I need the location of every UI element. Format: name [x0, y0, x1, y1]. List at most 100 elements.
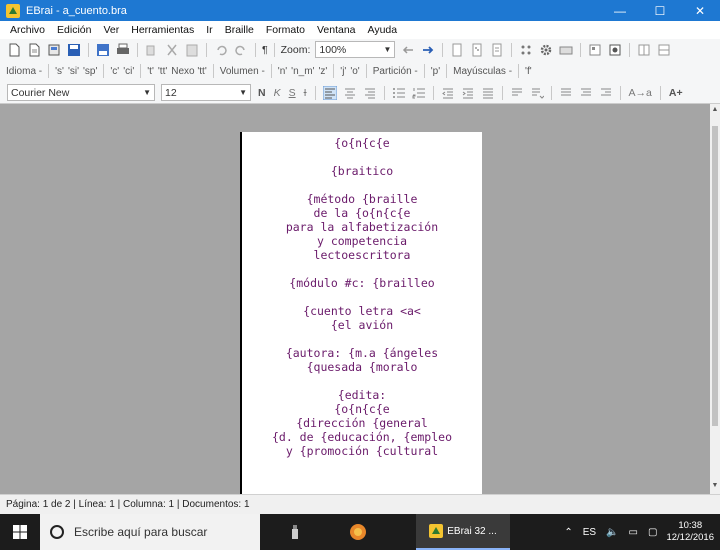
style-two-icon[interactable] — [579, 86, 593, 100]
start-button[interactable] — [0, 514, 40, 550]
preview-icon[interactable] — [608, 43, 622, 57]
copy-disabled-icon[interactable] — [145, 43, 159, 57]
grow-font-button[interactable]: A+ — [669, 87, 683, 99]
mark-z-button[interactable]: 'z' — [318, 66, 327, 77]
window-cascade-icon[interactable] — [657, 43, 671, 57]
new-file-icon[interactable] — [7, 43, 21, 57]
arrow-left-icon[interactable] — [401, 43, 415, 57]
font-name-dropdown[interactable]: Courier New ▼ — [7, 84, 155, 101]
tray-overflow-icon[interactable]: ⌃ — [564, 527, 572, 538]
vertical-scrollbar[interactable]: ▲ ▼ — [710, 104, 720, 494]
mark-sp-button[interactable]: 'sp' — [83, 66, 97, 77]
search-input[interactable] — [74, 525, 244, 539]
mark-j-button[interactable]: 'j' — [340, 66, 346, 77]
document-line[interactable] — [242, 332, 482, 346]
taskbar-clock[interactable]: 10:38 12/12/2016 — [666, 520, 714, 544]
document-line[interactable]: para la alfabetización — [242, 220, 482, 234]
document-line[interactable] — [242, 290, 482, 304]
style-three-icon[interactable] — [599, 86, 613, 100]
document-line[interactable]: {cuento letra <a< — [242, 304, 482, 318]
maximize-button[interactable]: ☐ — [640, 0, 680, 21]
taskbar-app-usb[interactable] — [260, 514, 330, 550]
save-all-icon[interactable] — [96, 43, 110, 57]
view-icon[interactable] — [588, 43, 602, 57]
bullet-list-icon[interactable] — [392, 86, 406, 100]
redo-icon[interactable] — [234, 43, 248, 57]
paragraph-format-icon[interactable] — [510, 86, 524, 100]
cut-icon[interactable] — [165, 43, 179, 57]
scroll-up-icon[interactable]: ▲ — [711, 106, 719, 116]
save-icon[interactable] — [67, 43, 81, 57]
indent-decrease-icon[interactable] — [441, 86, 455, 100]
document-page[interactable]: {o{n{c{e {braitico {método {braille de la {… — [240, 132, 482, 494]
change-case-button[interactable]: A→a — [629, 87, 652, 99]
particion-dropdown[interactable]: Partición - — [373, 66, 418, 77]
arrow-right-icon[interactable] — [421, 43, 435, 57]
menu-ayuda[interactable]: Ayuda — [362, 24, 404, 36]
document-line[interactable] — [242, 178, 482, 192]
document-line[interactable] — [242, 374, 482, 388]
template-icon[interactable] — [47, 43, 61, 57]
menu-herramientas[interactable]: Herramientas — [125, 24, 200, 36]
taskbar-app-browser[interactable] — [330, 514, 386, 550]
keyboard-icon[interactable] — [559, 43, 573, 57]
mark-si-button[interactable]: 'si' — [68, 66, 79, 77]
align-left-icon[interactable] — [322, 85, 337, 100]
style-one-icon[interactable] — [559, 86, 573, 100]
mark-t-button[interactable]: 't' — [147, 66, 154, 77]
document-line[interactable]: {o{n{c{e — [242, 136, 482, 150]
idioma-dropdown[interactable]: Idioma - — [6, 66, 42, 77]
input-language[interactable]: ES — [583, 527, 596, 538]
menu-edicion[interactable]: Edición — [51, 24, 97, 36]
mark-f-button[interactable]: 'f' — [525, 66, 532, 77]
font-size-dropdown[interactable]: 12 ▼ — [161, 84, 251, 101]
window-tile-icon[interactable] — [637, 43, 651, 57]
scroll-down-icon[interactable]: ▼ — [711, 482, 719, 492]
document-line[interactable] — [242, 150, 482, 164]
document-line[interactable]: y competencia — [242, 234, 482, 248]
taskbar-search[interactable] — [40, 514, 260, 550]
bold-button[interactable]: N — [258, 87, 266, 99]
mark-ci-button[interactable]: 'ci' — [123, 66, 134, 77]
document-text[interactable]: {o{n{c{e {braitico {método {braille de la {… — [242, 132, 482, 458]
mark-tt-button[interactable]: 'tt' — [158, 66, 167, 77]
document-line[interactable]: {edita: — [242, 388, 482, 402]
align-right-icon[interactable] — [363, 86, 377, 100]
indent-first-icon[interactable] — [481, 86, 495, 100]
document-line[interactable]: {d. de {educación, {empleo — [242, 430, 482, 444]
menu-braille[interactable]: Braille — [219, 24, 260, 36]
menu-ventana[interactable]: Ventana — [311, 24, 362, 36]
mark-p-button[interactable]: 'p' — [431, 66, 440, 77]
document-line[interactable]: {método {braille — [242, 192, 482, 206]
indent-increase-icon[interactable] — [461, 86, 475, 100]
notification-icon[interactable]: ▢ — [648, 527, 657, 538]
print-icon[interactable] — [116, 43, 130, 57]
document-line[interactable]: {módulo #c: {brailleo — [242, 276, 482, 290]
paste-icon[interactable] — [185, 43, 199, 57]
document-line[interactable]: lectoescritora — [242, 248, 482, 262]
mark-c-button[interactable]: 'c' — [110, 66, 119, 77]
mark-n-m-button[interactable]: 'n_m' — [291, 66, 314, 77]
align-center-icon[interactable] — [343, 86, 357, 100]
braille-table-icon[interactable] — [519, 43, 533, 57]
network-icon[interactable]: ▭ — [629, 527, 638, 538]
document-line[interactable] — [242, 262, 482, 276]
italic-button[interactable]: K — [274, 87, 281, 99]
document-line[interactable]: {quesada {moralo — [242, 360, 482, 374]
page-layout-icon[interactable] — [490, 43, 504, 57]
document-line[interactable]: de la {o{n{c{e — [242, 206, 482, 220]
page-braille-icon[interactable] — [470, 43, 484, 57]
mark-o-button[interactable]: 'o' — [350, 66, 359, 77]
close-button[interactable]: ✕ — [680, 0, 720, 21]
document-line[interactable]: {el avión — [242, 318, 482, 332]
volume-icon[interactable]: 🔈 — [606, 527, 618, 538]
nexo-tt-button[interactable]: Nexo 'tt' — [171, 66, 207, 77]
menu-ir[interactable]: Ir — [200, 24, 218, 36]
paragraph-mark-button[interactable]: ¶ — [262, 44, 268, 56]
document-line[interactable]: y {promoción {cultural — [242, 444, 482, 458]
document-line[interactable]: {autora: {m.a {ángeles — [242, 346, 482, 360]
zoom-dropdown[interactable]: 100% ▼ — [315, 41, 396, 58]
scroll-thumb[interactable] — [712, 126, 718, 426]
document-line[interactable]: {o{n{c{e — [242, 402, 482, 416]
mark-s-button[interactable]: 's' — [55, 66, 64, 77]
